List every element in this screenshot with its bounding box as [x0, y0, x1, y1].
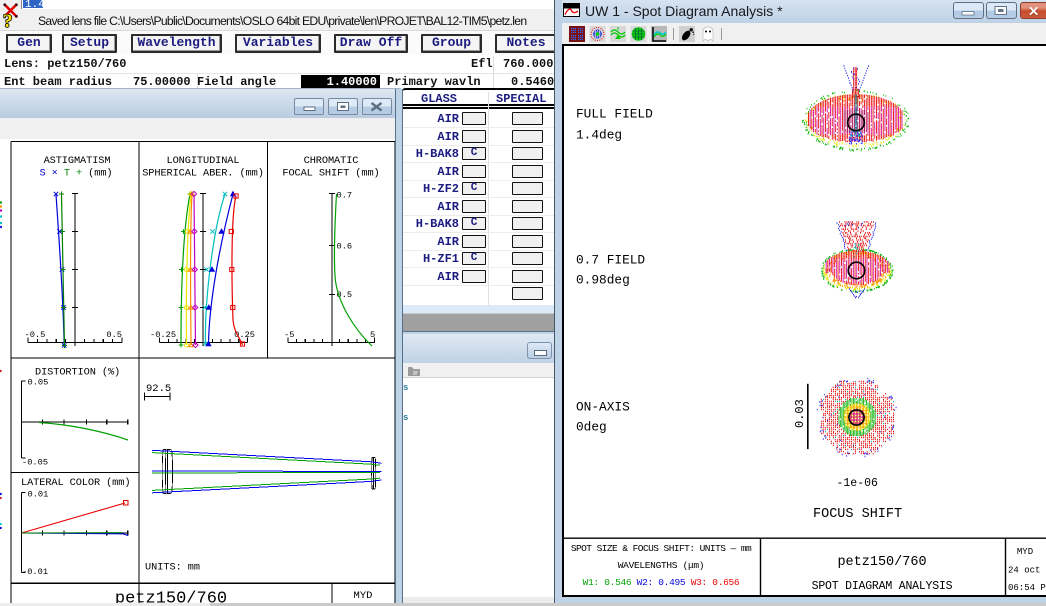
svg-text:UNITS: mm: UNITS: mm	[145, 563, 200, 574]
svg-text:0.6: 0.6	[337, 242, 353, 252]
svg-text:5: 5	[370, 330, 375, 340]
svg-text:0.03: 0.03	[793, 399, 807, 428]
svg-text:1.4deg: 1.4deg	[576, 128, 622, 143]
svg-text:petz150/760: petz150/760	[837, 555, 926, 570]
svg-text:FOCAL SHIFT (mm): FOCAL SHIFT (mm)	[282, 168, 379, 180]
svg-text:0.7 FIELD: 0.7 FIELD	[576, 253, 645, 268]
svg-text:CHROMATIC: CHROMATIC	[304, 155, 359, 167]
svg-text:FULL FIELD: FULL FIELD	[576, 107, 653, 122]
svg-text:0.01: 0.01	[28, 490, 49, 500]
svg-text:-1e-06: -1e-06	[837, 477, 879, 490]
svg-text:?: ?	[3, 11, 13, 30]
svg-text:-0.05: -0.05	[22, 458, 48, 468]
svg-text:ASTIGMATISM: ASTIGMATISM	[44, 155, 111, 167]
svg-text:0.7: 0.7	[337, 191, 353, 201]
svg-text:0.05: 0.05	[28, 378, 49, 388]
svg-text:ON-AXIS: ON-AXIS	[576, 400, 630, 415]
svg-text:LATERAL COLOR (mm): LATERAL COLOR (mm)	[21, 477, 130, 489]
svg-text:-0.25: -0.25	[150, 330, 176, 340]
svg-text:0deg: 0deg	[576, 420, 607, 435]
svg-text:MYD: MYD	[1017, 547, 1033, 557]
svg-text:0.98deg: 0.98deg	[576, 273, 630, 288]
svg-text:06:54 PM: 06:54 PM	[1008, 583, 1046, 593]
svg-text:SPOT DIAGRAM ANALYSIS: SPOT DIAGRAM ANALYSIS	[812, 580, 953, 593]
svg-text:0.5: 0.5	[106, 330, 122, 340]
svg-text:-0.01: -0.01	[22, 567, 48, 577]
svg-text:FOCUS SHIFT: FOCUS SHIFT	[813, 507, 902, 522]
svg-text:MYD: MYD	[354, 590, 373, 602]
svg-text:-5: -5	[284, 330, 294, 340]
svg-text:LONGITUDINAL: LONGITUDINAL	[167, 155, 240, 167]
svg-text:W1: 0.546 W2: 0.495 W3: 0.656: W1: 0.546 W2: 0.495 W3: 0.656	[583, 577, 740, 588]
svg-text:92.5: 92.5	[146, 383, 171, 395]
svg-text:24 oct 2: 24 oct 2	[1008, 566, 1046, 576]
svg-text:S × T + (mm): S × T + (mm)	[40, 168, 113, 180]
svg-text:SPHERICAL ABER. (mm): SPHERICAL ABER. (mm)	[142, 168, 264, 180]
svg-text:SPOT SIZE & FOCUS SHIFT: UNITS: SPOT SIZE & FOCUS SHIFT: UNITS — mm	[571, 543, 752, 554]
svg-text:-0.5: -0.5	[25, 330, 46, 340]
svg-text:WAVELENGTHS (μm): WAVELENGTHS (μm)	[618, 560, 704, 571]
